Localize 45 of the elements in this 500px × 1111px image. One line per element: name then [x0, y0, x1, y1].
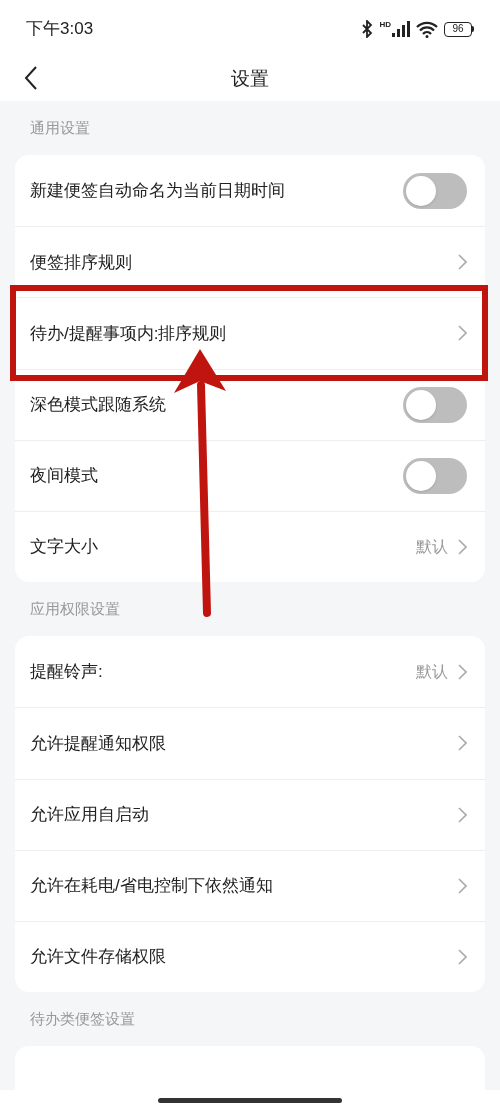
chevron-right-icon: [458, 948, 467, 965]
home-indicator[interactable]: [158, 1098, 342, 1103]
chevron-right-icon: [458, 539, 467, 556]
settings-row[interactable]: 允许提醒通知权限: [15, 707, 485, 779]
row-label: 深色模式跟随系统: [30, 393, 166, 416]
settings-row[interactable]: 新建便签自动命名为当前日期时间: [15, 155, 485, 227]
network-type: HD: [379, 21, 391, 29]
row-value: 默认: [416, 661, 448, 682]
toggle-switch[interactable]: [403, 172, 467, 209]
section-title: 待办类便签设置: [30, 1008, 135, 1029]
row-label: 夜间模式: [30, 465, 98, 488]
chevron-right-icon: [458, 663, 467, 680]
chevron-right-icon: [458, 325, 467, 342]
signal-icon: [392, 21, 410, 37]
row-label: 允许提醒通知权限: [30, 732, 166, 755]
settings-row[interactable]: 夜间模式: [15, 439, 485, 511]
toggle-switch[interactable]: [403, 386, 467, 423]
settings-row[interactable]: 允许文件存储权限: [15, 920, 485, 993]
chevron-right-icon: [458, 735, 467, 752]
section-title: 通用设置: [30, 117, 90, 138]
section-title: 应用权限设置: [30, 598, 120, 619]
row-label: 文字大小: [30, 536, 98, 559]
row-label: 新建便签自动命名为当前日期时间: [30, 179, 285, 202]
settings-row[interactable]: 允许在耗电/省电控制下依然通知: [15, 849, 485, 921]
back-icon: [24, 66, 38, 90]
bluetooth-icon: [361, 20, 374, 38]
settings-row[interactable]: 文字大小 默认: [15, 510, 485, 583]
toggle-switch[interactable]: [403, 457, 467, 494]
wifi-icon: [416, 20, 438, 38]
row-label: 便签排序规则: [30, 251, 132, 274]
settings-row[interactable]: 便签排序规则: [15, 226, 485, 298]
row-label: 待办/提醒事项内:排序规则: [30, 322, 227, 345]
chevron-right-icon: [458, 877, 467, 894]
row-value: 默认: [416, 537, 448, 558]
row-label: 允许文件存储权限: [30, 946, 166, 969]
page-title: 设置: [231, 67, 269, 92]
chevron-right-icon: [458, 806, 467, 823]
status-time: 下午3:03: [26, 18, 94, 41]
battery-icon: 96: [444, 21, 474, 37]
chevron-right-icon: [458, 254, 467, 271]
settings-row[interactable]: 提醒铃声: 默认: [15, 636, 485, 708]
row-label: 允许应用自启动: [30, 803, 149, 826]
row-label: 提醒铃声:: [30, 660, 103, 683]
row-label: 允许在耗电/省电控制下依然通知: [30, 875, 273, 898]
settings-row[interactable]: 允许应用自启动: [15, 778, 485, 850]
